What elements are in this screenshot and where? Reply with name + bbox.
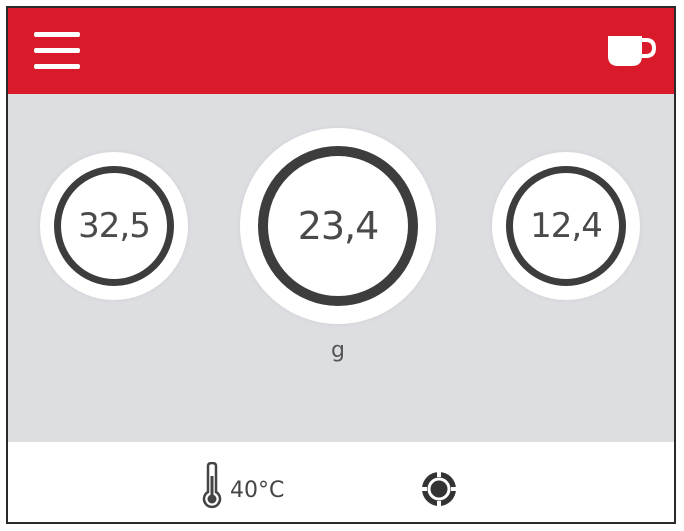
dose-value-left: 32,5 — [78, 206, 151, 246]
top-bar — [8, 8, 674, 94]
dose-dial-left[interactable]: 32,5 — [40, 152, 188, 300]
dial-ring: 32,5 — [54, 166, 174, 286]
dial-ring: 12,4 — [506, 166, 626, 286]
menu-icon[interactable] — [34, 30, 80, 72]
temperature-label: 40°C — [230, 478, 285, 503]
status-bar: 40°C — [8, 442, 674, 522]
dose-value-right: 12,4 — [530, 206, 603, 246]
thermometer-icon — [202, 461, 222, 510]
dose-dial-right[interactable]: 12,4 — [492, 152, 640, 300]
coffee-cup-icon[interactable] — [604, 30, 657, 70]
grinder-disc-icon[interactable] — [420, 470, 458, 508]
dose-dial-center[interactable]: 23,4 — [240, 128, 436, 324]
unit-label: g — [331, 338, 345, 363]
dial-ring: 23,4 — [258, 146, 418, 306]
app-screen: 32,5 23,4 12,4 g 40°C — [6, 6, 676, 524]
dose-value-center: 23,4 — [297, 204, 380, 248]
